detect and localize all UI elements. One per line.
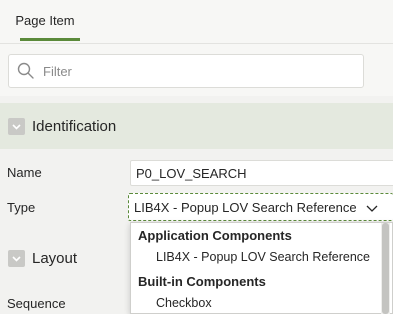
type-label: Type bbox=[7, 200, 36, 215]
tab-bar: Page Item bbox=[0, 0, 393, 44]
dropdown-scrollbar[interactable] bbox=[381, 223, 390, 314]
section-identification-title: Identification bbox=[32, 117, 117, 135]
sequence-label: Sequence bbox=[7, 296, 66, 311]
type-dropdown-list: Application Components LIB4X - Popup LOV… bbox=[130, 222, 393, 314]
filter-bar bbox=[0, 44, 393, 96]
dropdown-option-lib4x-popup-lov[interactable]: LIB4X - Popup LOV Search Reference bbox=[156, 250, 370, 264]
collapse-icon[interactable] bbox=[8, 117, 25, 135]
section-identification-header[interactable]: Identification bbox=[0, 103, 393, 149]
tab-page-item-label: Page Item bbox=[15, 13, 75, 28]
name-label: Name bbox=[7, 165, 42, 180]
filter-input[interactable] bbox=[43, 56, 343, 86]
scrollbar-thumb[interactable] bbox=[382, 223, 389, 314]
type-select-value: LIB4X - Popup LOV Search Reference bbox=[134, 199, 357, 215]
search-icon bbox=[9, 55, 43, 87]
tab-page-item[interactable]: Page Item bbox=[10, 0, 80, 41]
dropdown-group-application-components: Application Components bbox=[138, 228, 292, 243]
collapse-icon[interactable] bbox=[8, 249, 25, 267]
name-input[interactable] bbox=[130, 160, 393, 186]
dropdown-group-built-in-components: Built-in Components bbox=[138, 274, 266, 289]
type-select[interactable]: LIB4X - Popup LOV Search Reference bbox=[128, 193, 393, 221]
active-tab-indicator bbox=[20, 38, 80, 41]
dropdown-option-checkbox[interactable]: Checkbox bbox=[156, 296, 212, 310]
chevron-down-icon bbox=[366, 202, 378, 217]
filter-box[interactable] bbox=[8, 54, 364, 88]
section-layout-title: Layout bbox=[32, 249, 78, 267]
